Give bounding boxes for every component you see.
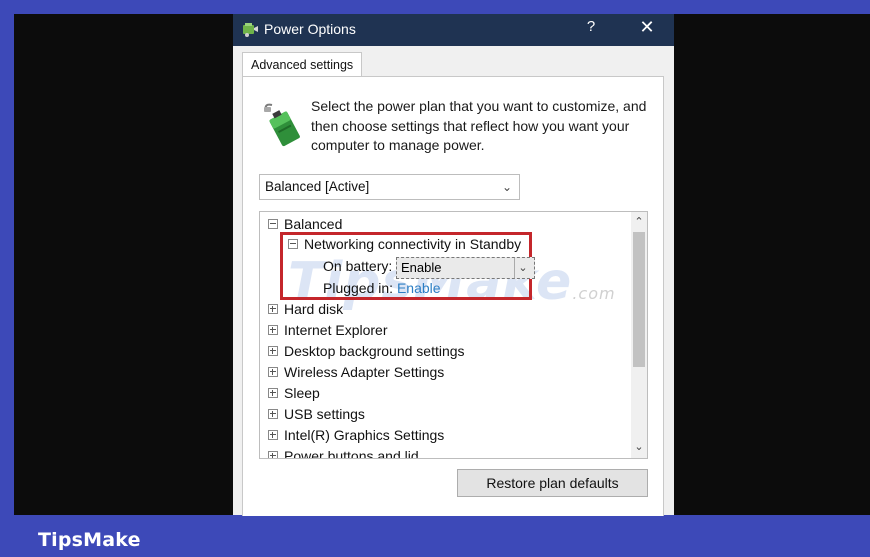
window-title: Power Options [264,21,356,37]
plugged-in-label: Plugged in: [323,280,394,296]
expand-icon[interactable] [268,325,278,336]
help-button[interactable]: ? [581,18,601,35]
close-button[interactable]: ✕ [633,17,661,38]
tree-item-balanced[interactable]: Balanced [268,214,342,234]
expand-icon[interactable] [268,451,278,458]
intro-text: Select the power plan that you want to c… [311,98,647,153]
tree-item-label: USB settings [284,406,365,422]
tree-item-label: Balanced [284,216,343,232]
tree-item-label: Wireless Adapter Settings [284,364,445,380]
tree-item-label: Intel(R) Graphics Settings [284,427,445,443]
tree-item-intel-graphics[interactable]: Intel(R) Graphics Settings [268,425,444,445]
expand-icon[interactable] [268,346,278,357]
expand-icon[interactable] [268,388,278,399]
scroll-up-icon[interactable]: ⌃ [631,215,647,228]
power-plan-dropdown[interactable]: Balanced [Active] ⌄ [259,174,520,200]
scroll-down-icon[interactable]: ⌄ [631,440,647,453]
chevron-down-icon: ⌄ [514,258,531,278]
tree-item-wireless-adapter[interactable]: Wireless Adapter Settings [268,362,444,382]
collapse-icon[interactable] [288,239,298,250]
tree-item-usb-settings[interactable]: USB settings [268,404,365,424]
tree-item-power-buttons[interactable]: Power buttons and lid [268,446,419,459]
tree-item-hard-disk[interactable]: Hard disk [268,299,343,319]
on-battery-dropdown[interactable]: Enable ⌄ [396,257,535,279]
plugged-in-row: Plugged in: Enable [323,278,441,298]
footer-brand: TipsMake [38,529,141,551]
power-options-icon [243,23,258,37]
on-battery-row: On battery: [323,256,401,276]
expand-icon[interactable] [268,430,278,441]
battery-plug-icon [264,103,300,147]
tree-item-desktop-background[interactable]: Desktop background settings [268,341,465,361]
chevron-down-icon: ⌄ [501,180,512,194]
tree-item-networking-standby[interactable]: Networking connectivity in Standby [288,234,521,254]
restore-plan-defaults-button[interactable]: Restore plan defaults [457,469,648,497]
tree-item-internet-explorer[interactable]: Internet Explorer [268,320,388,340]
scroll-thumb[interactable] [633,232,645,367]
expand-icon[interactable] [268,367,278,378]
tree-item-sleep[interactable]: Sleep [268,383,320,403]
settings-tree[interactable]: TipsMake.com Balanced Networking connect… [259,211,648,459]
tree-item-label: Desktop background settings [284,343,465,359]
tree-item-label: Power buttons and lid [284,448,419,459]
on-battery-label: On battery: [323,258,393,274]
tree-item-label: Internet Explorer [284,322,388,338]
power-options-dialog: Power Options ? ✕ Advanced settings Sele… [233,14,674,516]
tab-advanced-settings[interactable]: Advanced settings [242,52,363,77]
plugged-in-value[interactable]: Enable [397,280,441,296]
tree-item-label: Sleep [284,385,320,401]
settings-panel: Select the power plan that you want to c… [242,76,664,516]
on-battery-value: Enable [401,260,442,275]
power-plan-value: Balanced [Active] [265,179,370,194]
title-bar[interactable]: Power Options ? ✕ [233,14,674,46]
expand-icon[interactable] [268,304,278,315]
tree-scrollbar[interactable]: ⌃ ⌄ [631,212,647,458]
tree-item-label: Hard disk [284,301,344,317]
expand-icon[interactable] [268,409,278,420]
collapse-icon[interactable] [268,219,278,230]
tree-item-label: Networking connectivity in Standby [304,236,522,252]
